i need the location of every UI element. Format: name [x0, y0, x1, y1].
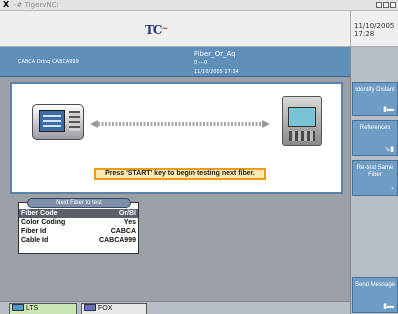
date-label: 11/10/2005 — [354, 22, 395, 30]
x-logo-icon: X — [3, 0, 10, 9]
tab-bar: LTS FOX — [0, 301, 350, 314]
close-button[interactable] — [390, 2, 396, 8]
fiber-link-arrow — [90, 120, 270, 128]
lts-icon — [12, 304, 24, 311]
window-titlebar: X -# TigervNC: — [0, 0, 398, 11]
fiber-counter: 0 -- 0 — [194, 60, 208, 66]
time-label: 17:28 — [354, 30, 375, 38]
header-bar: TC~ — [0, 11, 350, 47]
send-message-button[interactable]: Send Message ▮▬ — [352, 277, 398, 313]
device-icon: ▮▬ — [383, 303, 394, 310]
cable-id-row: Cable Id CABCA999 — [21, 237, 136, 244]
softkey-panel: Identify Distant ▮▬ References ↘▮ Re-tes… — [350, 47, 398, 314]
identify-distant-button[interactable]: Identify Distant ▮▬ — [352, 82, 398, 116]
local-device-icon — [32, 104, 84, 140]
device-icon: ↘▮ — [384, 146, 394, 153]
next-fiber-title: Next Fiber to test — [27, 198, 131, 208]
test-title: Fiber_Or_Aq — [194, 50, 236, 58]
link-diagram-panel: Press 'START' key to begin testing next … — [10, 82, 343, 194]
fiber-id-row: Fiber Id CABCA — [21, 228, 136, 235]
minimize-button[interactable] — [376, 2, 382, 8]
next-fiber-panel: Next Fiber to test Fiber Code Or/Bl Color… — [18, 198, 139, 254]
maximize-button[interactable] — [383, 2, 389, 8]
brand-logo: TC~ — [145, 23, 168, 37]
fiber-code-row: Fiber Code Or/Bl — [19, 209, 138, 218]
retest-same-fiber-button[interactable]: Re-test Same Fiber ◔ — [352, 160, 398, 196]
color-coding-row: Color Coding Yes — [21, 219, 136, 226]
retest-icon: ◔ — [389, 186, 394, 193]
window-title: -# TigervNC: — [14, 1, 59, 9]
test-info-bar: CABCA Orlnq CABCA999 Fiber_Or_Aq 0 -- 0 … — [0, 47, 350, 77]
tab-lts[interactable]: LTS — [9, 303, 77, 314]
date-time: 11/10/2005 17:28 — [350, 11, 398, 47]
test-timestamp: 11/10/2005 17:34 — [194, 69, 239, 75]
cable-info: CABCA Orlnq CABCA999 — [18, 59, 79, 65]
references-button[interactable]: References ↘▮ — [352, 120, 398, 156]
tab-fox[interactable]: FOX — [81, 303, 147, 314]
fox-icon — [84, 304, 96, 311]
start-instruction: Press 'START' key to begin testing next … — [94, 168, 266, 180]
device-icon: ▮▬ — [383, 106, 394, 113]
distant-device-icon — [282, 96, 322, 146]
